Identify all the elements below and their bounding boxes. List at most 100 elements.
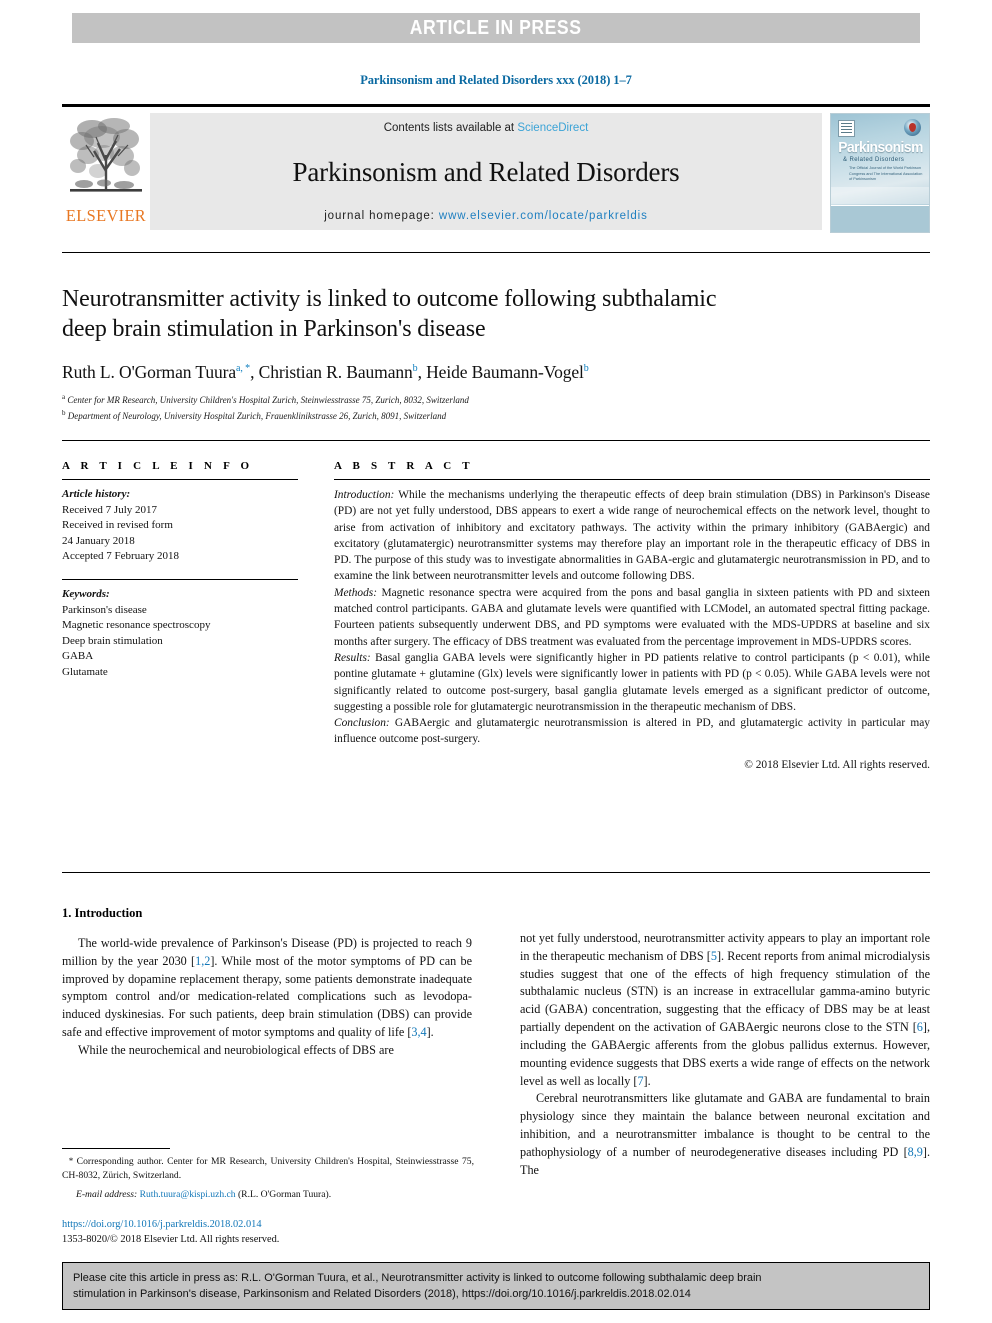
abstract-section-label: Conclusion: bbox=[334, 717, 390, 730]
sciencedirect-link[interactable]: ScienceDirect bbox=[517, 122, 588, 134]
abstract-section-text: Basal ganglia GABA levels were significa… bbox=[334, 651, 930, 713]
body-column-right: not yet fully understood, neurotransmitt… bbox=[520, 930, 930, 1179]
keyword-item: Parkinson's disease bbox=[62, 603, 147, 616]
abstract-section-label: Methods: bbox=[334, 586, 378, 599]
reference-citation[interactable]: 6 bbox=[917, 1020, 923, 1034]
journal-running-head: Parkinsonism and Related Disorders xxx (… bbox=[360, 73, 632, 87]
affiliation-mark-b: b bbox=[62, 408, 66, 417]
reference-citation[interactable]: 7 bbox=[637, 1074, 643, 1088]
asterisk-icon: * bbox=[62, 1156, 77, 1166]
article-history-item: Received 7 July 2017 bbox=[62, 503, 158, 516]
article-history-label: Article history: bbox=[62, 488, 131, 500]
keywords-group: Keywords: Parkinson's disease Magnetic r… bbox=[62, 587, 298, 681]
article-info-heading: A R T I C L E I N F O bbox=[62, 460, 254, 472]
journal-cover-thumbnail: Parkinsonism & Related Disorders The Off… bbox=[830, 113, 930, 233]
author-name-1: Ruth L. O'Gorman Tuura bbox=[62, 361, 237, 382]
article-in-press-label: ARTICLE IN PRESS bbox=[410, 16, 582, 39]
author-list: Ruth L. O'Gorman Tuuraa, *, Christian R.… bbox=[62, 362, 930, 383]
author-sep-2: , bbox=[417, 361, 427, 382]
body-column-left: 1. Introduction The world-wide prevalenc… bbox=[62, 906, 472, 1060]
footnote-block: * Corresponding author. Center for MR Re… bbox=[62, 1155, 474, 1202]
keyword-item: Deep brain stimulation bbox=[62, 634, 163, 647]
abstract-heading: A B S T R A C T bbox=[334, 460, 474, 472]
affiliation-text-b: Department of Neurology, University Hosp… bbox=[67, 410, 447, 421]
cover-journal-subtitle: & Related Disorders bbox=[843, 157, 905, 163]
contents-lists-prefix: Contents lists available at bbox=[383, 122, 518, 134]
reference-citation[interactable]: 1,2 bbox=[195, 954, 210, 968]
abstract-section-label: Results: bbox=[334, 651, 371, 664]
article-in-press-banner: ARTICLE IN PRESS bbox=[72, 13, 920, 43]
masthead-bottom-rule bbox=[62, 252, 930, 253]
journal-homepage-link[interactable]: www.elsevier.com/locate/parkreldis bbox=[439, 210, 648, 222]
please-cite-line-2: stimulation in Parkinson's disease, Park… bbox=[73, 1288, 691, 1301]
elsevier-tree-icon bbox=[70, 118, 142, 192]
contents-lists-line: Contents lists available at ScienceDirec… bbox=[384, 122, 589, 134]
journal-homepage-line: journal homepage: www.elsevier.com/locat… bbox=[324, 210, 648, 222]
body-paragraph: not yet fully understood, neurotransmitt… bbox=[520, 931, 930, 1088]
abstract-body: Introduction: While the mechanisms under… bbox=[334, 487, 930, 773]
corresponding-author-text: Corresponding author. Center for MR Rese… bbox=[62, 1156, 475, 1182]
keywords-label: Keywords: bbox=[62, 588, 110, 601]
reference-citation[interactable]: 5 bbox=[711, 949, 717, 963]
abstract-rule bbox=[334, 479, 930, 480]
article-title-line1: Neurotransmitter activity is linked to o… bbox=[62, 286, 717, 312]
cover-band-bottom bbox=[831, 205, 929, 232]
cover-band-mid bbox=[831, 187, 929, 204]
cover-emblem-icon bbox=[904, 119, 921, 136]
affiliation-list: a Center for MR Research, University Chi… bbox=[62, 392, 930, 424]
author-name-2: Christian R. Baumann bbox=[258, 361, 413, 382]
email-label: E-mail address: bbox=[76, 1188, 138, 1200]
elsevier-logo: ELSEVIER bbox=[62, 107, 150, 238]
body-paragraph: Cerebral neurotransmitters like glutamat… bbox=[520, 1091, 930, 1177]
abstract-section-label: Introduction: bbox=[334, 489, 395, 501]
please-cite-line-1: Please cite this article in press as: R.… bbox=[73, 1272, 762, 1284]
cover-journal-title: Parkinsonism bbox=[838, 140, 923, 156]
elsevier-wordmark: ELSEVIER bbox=[65, 206, 147, 225]
doi-block: https://doi.org/10.1016/j.parkreldis.201… bbox=[62, 1217, 474, 1247]
article-history-item: Received in revised form bbox=[62, 519, 173, 532]
article-title-line2: deep brain stimulation in Parkinson's di… bbox=[62, 316, 486, 343]
journal-title: Parkinsonism and Related Disorders bbox=[292, 156, 680, 187]
body-paragraph: The world-wide prevalence of Parkinson's… bbox=[62, 936, 472, 1040]
affiliation-mark-a: a bbox=[62, 392, 66, 401]
abstract-column: A B S T R A C T Introduction: While the … bbox=[334, 460, 930, 773]
email-note: E-mail address: Ruth.tuura@kispi.uzh.ch … bbox=[62, 1188, 474, 1202]
section-heading-introduction: 1. Introduction bbox=[62, 906, 143, 920]
article-history-item: 24 January 2018 bbox=[62, 534, 135, 547]
article-info-column: A R T I C L E I N F O Article history: R… bbox=[62, 460, 298, 681]
keyword-item: GABA bbox=[62, 650, 94, 663]
article-history-group: Article history: Received 7 July 2017 Re… bbox=[62, 487, 298, 565]
doi-link[interactable]: https://doi.org/10.1016/j.parkreldis.201… bbox=[62, 1217, 474, 1232]
article-info-rule bbox=[62, 479, 298, 480]
body-top-rule bbox=[62, 872, 930, 873]
affiliation-row: b Department of Neurology, University Ho… bbox=[62, 408, 930, 424]
abstract-section: Introduction: While the mechanisms under… bbox=[334, 487, 930, 585]
journal-homepage-label: journal homepage: bbox=[324, 210, 439, 222]
abstract-copyright: © 2018 Elsevier Ltd. All rights reserved… bbox=[744, 758, 930, 771]
keyword-item: Magnetic resonance spectroscopy bbox=[62, 619, 211, 632]
article-title: Neurotransmitter activity is linked to o… bbox=[62, 284, 930, 345]
body-paragraph: While the neurochemical and neurobiologi… bbox=[78, 1042, 394, 1057]
cover-journal-blurb: The Official Journal of the World Parkin… bbox=[849, 166, 923, 182]
abstract-section: Results: Basal ganglia GABA levels were … bbox=[334, 650, 930, 715]
abstract-section-text: While the mechanisms underlying the ther… bbox=[334, 489, 930, 583]
info-section-top-rule bbox=[62, 440, 930, 441]
cover-society-mark-icon bbox=[838, 120, 855, 137]
journal-cover-art: Parkinsonism & Related Disorders The Off… bbox=[830, 113, 930, 233]
masthead-center-panel: Contents lists available at ScienceDirec… bbox=[150, 113, 822, 230]
keywords-rule bbox=[62, 579, 298, 581]
reference-citation[interactable]: 3,4 bbox=[411, 1025, 426, 1039]
footnote-separator-rule bbox=[62, 1148, 170, 1149]
author-marks-1: a, * bbox=[236, 363, 251, 375]
reference-citation[interactable]: 8,9 bbox=[908, 1145, 923, 1159]
email-link[interactable]: Ruth.tuura@kispi.uzh.ch bbox=[140, 1189, 236, 1200]
please-cite-box: Please cite this article in press as: R.… bbox=[62, 1262, 930, 1310]
corresponding-author-note: * Corresponding author. Center for MR Re… bbox=[62, 1155, 474, 1184]
affiliation-text-a: Center for MR Research, University Child… bbox=[67, 394, 469, 405]
article-history-item: Accepted 7 February 2018 bbox=[62, 550, 179, 563]
abstract-section-text: Magnetic resonance spectra were acquired… bbox=[334, 586, 930, 648]
keyword-item: Glutamate bbox=[62, 666, 108, 679]
abstract-section: Methods: Magnetic resonance spectra were… bbox=[334, 585, 930, 650]
abstract-section: Conclusion: GABAergic and glutamatergic … bbox=[334, 715, 930, 748]
